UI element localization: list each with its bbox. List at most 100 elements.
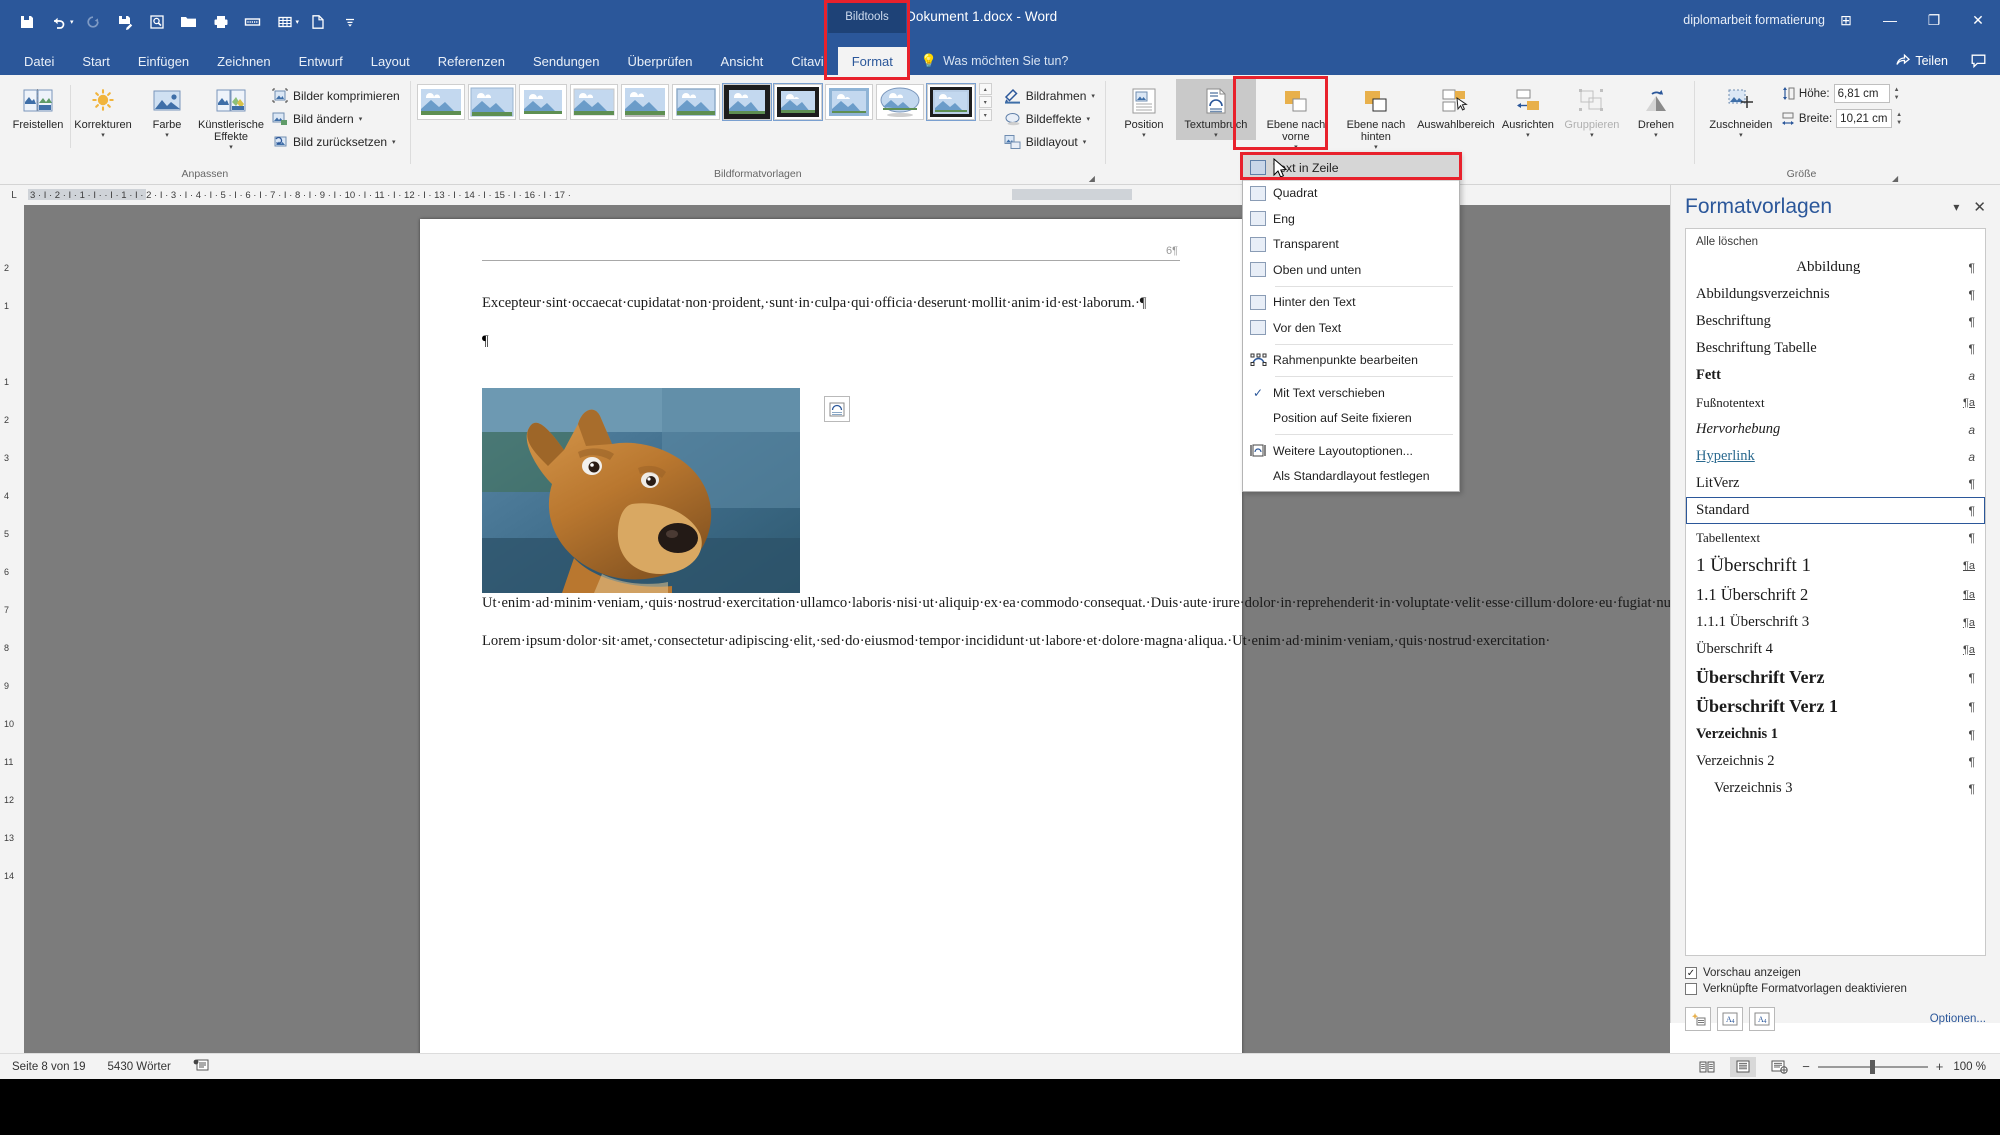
account-name[interactable]: diplomarbeit formatierung [1683,0,1825,40]
position-button[interactable]: Position ▾ [1112,79,1176,140]
word-count[interactable]: 5430 Wörter [108,1061,171,1073]
disable-linked-styles-checkbox[interactable] [1685,983,1697,995]
zoom-in-button[interactable]: + [1936,1059,1944,1074]
bildeffekte-button[interactable]: Bildeffekte ▾ [1000,107,1099,130]
style-item-verzeichnis-3[interactable]: Verzeichnis 3 ¶ [1686,775,1985,802]
style-inspector-button[interactable]: A4 [1717,1007,1743,1031]
tab-sendungen[interactable]: Sendungen [519,47,614,75]
style-item-abbildung[interactable]: Abbildung ¶ [1686,254,1985,281]
tab-citavi[interactable]: Citavi [777,47,838,75]
tell-me-box[interactable]: 💡 Was möchten Sie tun? [907,47,1068,75]
undo-dropdown-icon[interactable]: ▾ [70,18,74,26]
ribbon-display-options-icon[interactable]: ⊞ [1824,0,1868,40]
chevron-down-icon[interactable]: ▾ [1087,115,1091,123]
dialog-launcher-icon[interactable]: ◢ [1089,174,1095,183]
chevron-down-icon[interactable]: ▾ [1654,132,1658,140]
drehen-button[interactable]: Drehen ▾ [1624,79,1688,140]
show-preview-checkbox[interactable]: ✓ [1685,967,1697,979]
save-as-icon[interactable] [110,6,140,38]
zuschneiden-button[interactable]: Zuschneiden ▾ [1701,79,1781,140]
style-item-beschriftung[interactable]: Beschriftung ¶ [1686,308,1985,335]
picture-style-thumb[interactable] [824,84,873,120]
style-item-fussnotentext[interactable]: Fußnotentext ¶a [1686,389,1985,416]
read-mode-button[interactable] [1694,1057,1720,1077]
picture-style-thumb-active[interactable] [772,83,823,121]
dog-photo[interactable] [482,388,800,594]
style-item-hyperlink[interactable]: Hyperlink a [1686,443,1985,470]
zoom-slider[interactable]: − + [1802,1059,1943,1074]
ausrichten-button[interactable]: Ausrichten ▾ [1496,79,1560,140]
styles-list[interactable]: Alle löschen Abbildung ¶ Abbildungsverze… [1685,228,1986,956]
tab-datei[interactable]: Datei [10,47,68,75]
picture-container[interactable] [482,388,850,594]
vertical-ruler[interactable]: 2 1 1 2 3 4 5 6 7 8 9 10 11 12 13 14 [0,205,24,1070]
picture-style-thumb[interactable] [467,84,516,120]
chevron-down-icon[interactable]: ▾ [165,132,169,140]
style-item-tabellentext[interactable]: Tabellentext ¶ [1686,524,1985,551]
chevron-down-icon[interactable]: ▾ [392,138,396,146]
clear-all-button[interactable]: Alle löschen [1686,229,1985,254]
web-layout-button[interactable] [1766,1057,1792,1077]
tab-layout[interactable]: Layout [357,47,424,75]
picture-style-thumb-oval[interactable] [875,84,924,120]
zoom-level-label[interactable]: 100 % [1953,1061,1986,1073]
width-spinner[interactable]: ▲ ▼ [1896,111,1902,127]
style-item-litverz[interactable]: LitVerz ¶ [1686,470,1985,497]
picture-style-thumb-selected[interactable] [721,83,772,121]
style-item-standard[interactable]: Standard ¶ [1686,497,1985,524]
empty-paragraph[interactable]: ¶ [482,333,1180,350]
pane-options-chevron-icon[interactable]: ▾ [1953,200,1959,214]
layout-options-button[interactable] [824,396,850,423]
picture-style-thumb[interactable] [518,84,567,120]
open-folder-icon[interactable] [174,6,204,38]
paragraph-1[interactable]: Excepteur·sint·occaecat·cupidatat·non·pr… [482,293,1180,313]
save-icon[interactable] [12,6,42,38]
menu-item-weitere-layoutoptionen[interactable]: Weitere Layoutoptionen... [1243,438,1459,464]
style-item-ueberschrift-3[interactable]: 1.1.1 Überschrift 3 ¶a [1686,609,1985,636]
print-preview-icon[interactable] [142,6,172,38]
gallery-scroll-buttons[interactable]: ▴ ▾ ▾ [978,83,992,121]
menu-item-vor-den-text[interactable]: Vor den Text [1243,315,1459,341]
print-icon[interactable] [206,6,236,38]
close-icon[interactable]: ✕ [1956,0,2000,40]
menu-item-position-auf-seite-fixieren[interactable]: Position auf Seite fixieren [1243,406,1459,432]
style-item-ueberschrift-4[interactable]: Überschrift 4 ¶a [1686,636,1985,663]
picture-style-thumb[interactable] [671,84,720,120]
style-item-ueberschrift-2[interactable]: 1.1 Überschrift 2 ¶a [1686,581,1985,609]
new-doc-icon[interactable] [303,6,333,38]
bild-zuruecksetzen-button[interactable]: Bild zurücksetzen ▾ [267,130,404,153]
pane-close-icon[interactable]: ✕ [1973,198,1986,216]
chevron-down-icon[interactable]: ▾ [359,115,363,123]
comments-icon[interactable] [1971,47,1986,75]
ebene-nach-hinten-button[interactable]: Ebene nach hinten ▾ [1336,79,1416,152]
style-item-hervorhebung[interactable]: Hervorhebung a [1686,416,1985,443]
chevron-down-icon[interactable]: ▾ [1739,132,1743,140]
tab-ansicht[interactable]: Ansicht [707,47,778,75]
manage-styles-button[interactable]: A4 [1749,1007,1775,1031]
zoom-out-button[interactable]: − [1802,1059,1810,1074]
chevron-down-icon[interactable]: ▾ [1526,132,1530,140]
picture-style-thumb[interactable] [620,84,669,120]
style-item-verzeichnis-2[interactable]: Verzeichnis 2 ¶ [1686,748,1985,775]
chevron-down-icon[interactable]: ▾ [101,132,105,140]
style-item-abbildungsverzeichnis[interactable]: Abbildungsverzeichnis ¶ [1686,281,1985,308]
farbe-button[interactable]: Farbe ▾ [135,79,199,140]
korrekturen-button[interactable]: Korrekturen ▾ [71,79,135,140]
tab-start[interactable]: Start [68,47,123,75]
style-item-beschriftung-tabelle[interactable]: Beschriftung Tabelle ¶ [1686,335,1985,362]
bilder-komprimieren-button[interactable]: Bilder komprimieren [267,84,404,107]
height-spinner[interactable]: ▲ ▼ [1894,86,1900,102]
menu-item-als-standardlayout-festlegen[interactable]: Als Standardlayout festlegen [1243,464,1459,490]
chevron-down-icon[interactable]: ▾ [1142,132,1146,140]
chevron-down-icon[interactable]: ▾ [1294,144,1298,152]
textumbruch-button[interactable]: Textumbruch ▾ [1175,79,1256,140]
menu-item-transparent[interactable]: Transparent [1243,232,1459,258]
picture-style-thumb[interactable] [569,84,618,120]
style-item-ueberschrift-1[interactable]: 1 Überschrift 1 ¶a [1686,551,1985,581]
chevron-down-icon[interactable]: ▾ [1091,92,1095,100]
style-item-ueberschrift-verz-1[interactable]: Überschrift Verz 1 ¶ [1686,692,1985,721]
picture-style-thumb[interactable] [925,83,976,121]
style-item-ueberschrift-verz[interactable]: Überschrift Verz ¶ [1686,663,1985,692]
page-indicator[interactable]: Seite 8 von 19 [12,1061,86,1073]
new-style-button[interactable] [1685,1007,1711,1031]
